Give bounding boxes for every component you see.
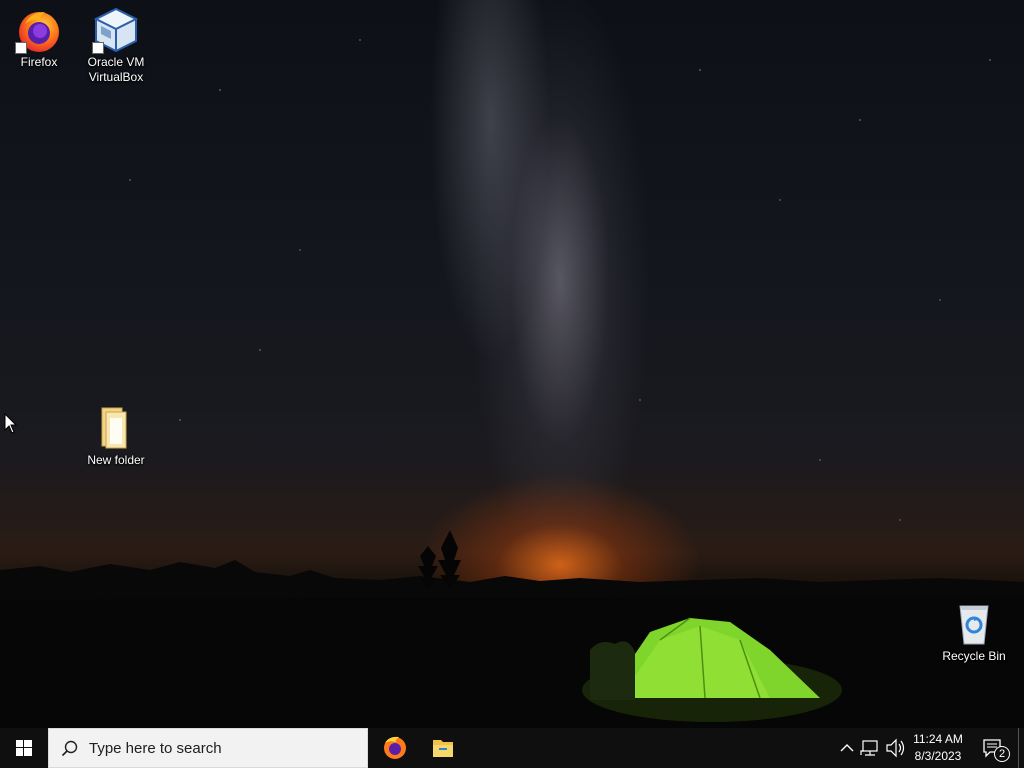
desktop-icon-label: Oracle VM VirtualBox	[87, 55, 145, 84]
desktop-icon-virtualbox[interactable]: Oracle VM VirtualBox	[78, 6, 154, 85]
network-icon[interactable]	[860, 728, 882, 768]
taskbar-clock[interactable]: 11:24 AM 8/3/2023	[906, 728, 970, 768]
taskbar-app-firefox[interactable]	[371, 728, 419, 768]
show-desktop-button[interactable]	[1018, 728, 1024, 768]
clock-time: 11:24 AM	[913, 732, 963, 746]
taskbar: Type here to search 11:24 AM 8/3/2023 2	[0, 728, 1024, 768]
desktop-icon-label: Recycle Bin	[942, 649, 1006, 663]
shortcut-arrow-icon	[15, 42, 27, 54]
mouse-cursor-icon	[4, 413, 18, 434]
volume-icon[interactable]	[884, 728, 906, 768]
virtualbox-icon	[92, 6, 140, 54]
desktop-icon-new-folder[interactable]: New folder	[78, 404, 154, 468]
show-hidden-icons-chevron-icon[interactable]	[838, 728, 856, 768]
action-center-button[interactable]: 2	[976, 728, 1012, 768]
folder-icon	[92, 404, 140, 452]
desktop-icon-label: Firefox	[20, 55, 58, 69]
recycle-bin-icon	[950, 600, 998, 648]
notification-count-badge: 2	[994, 746, 1010, 762]
firefox-icon	[15, 6, 63, 54]
search-placeholder: Type here to search	[89, 740, 222, 757]
start-button[interactable]	[0, 728, 48, 768]
taskbar-app-file-explorer[interactable]	[419, 728, 467, 768]
windows-logo-icon	[16, 740, 32, 756]
desktop-wallpaper	[0, 0, 1024, 728]
firefox-icon	[384, 736, 406, 759]
clock-date: 8/3/2023	[914, 749, 962, 763]
landscape-silhouette	[0, 530, 1024, 728]
desktop-icon-label: New folder	[87, 453, 145, 467]
desktop-icon-firefox[interactable]: Firefox	[1, 6, 77, 70]
file-explorer-icon	[433, 740, 453, 757]
desktop-icon-recycle-bin[interactable]: Recycle Bin	[936, 600, 1012, 664]
search-icon	[61, 740, 78, 757]
shortcut-arrow-icon	[92, 42, 104, 54]
taskbar-search-box[interactable]: Type here to search	[48, 728, 368, 768]
